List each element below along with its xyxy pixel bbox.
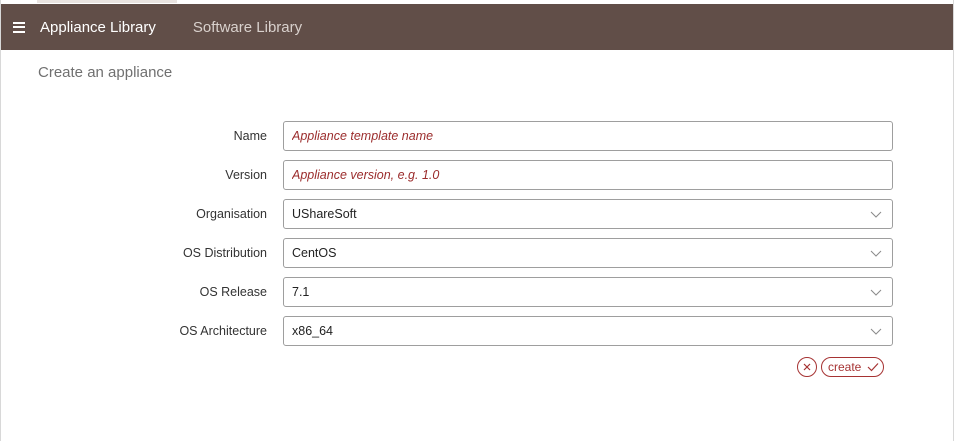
close-icon — [803, 363, 811, 371]
os-release-select[interactable]: 7.1 — [283, 277, 893, 307]
organisation-select[interactable]: UShareSoft — [283, 199, 893, 229]
os-distribution-row: OS Distribution CentOS — [1, 238, 953, 268]
version-label: Version — [225, 168, 267, 182]
hamburger-menu-icon[interactable] — [13, 21, 25, 33]
os-distribution-label: OS Distribution — [182, 246, 267, 260]
app-page: Appliance Library Software Library Creat… — [0, 0, 954, 441]
os-distribution-select[interactable]: CentOS — [283, 238, 893, 268]
os-release-label: OS Release — [199, 285, 267, 299]
create-button-label: create — [828, 360, 862, 374]
organisation-label: Organisation — [196, 207, 267, 221]
os-architecture-label: OS Architecture — [179, 324, 267, 338]
os-release-row: OS Release 7.1 — [1, 277, 953, 307]
version-input[interactable] — [283, 160, 893, 190]
organisation-selected-value: UShareSoft — [292, 207, 357, 221]
cancel-button[interactable] — [797, 357, 817, 377]
chevron-down-icon — [870, 289, 882, 296]
nav-software-library[interactable]: Software Library — [193, 19, 302, 36]
os-architecture-select[interactable]: x86_64 — [283, 316, 893, 346]
active-tab-indicator — [37, 0, 177, 3]
os-architecture-row: OS Architecture x86_64 — [1, 316, 953, 346]
name-input[interactable] — [283, 121, 893, 151]
name-label: Name — [233, 129, 267, 143]
create-button[interactable]: create — [821, 357, 885, 377]
top-navigation-bar: Appliance Library Software Library — [1, 4, 953, 50]
chevron-down-icon — [870, 211, 882, 218]
os-release-selected-value: 7.1 — [292, 285, 310, 299]
form-actions: create — [797, 357, 885, 377]
os-architecture-selected-value: x86_64 — [292, 324, 334, 338]
os-distribution-selected-value: CentOS — [292, 246, 337, 260]
name-row: Name — [1, 121, 953, 151]
chevron-down-icon — [870, 328, 882, 335]
checkmark-icon — [867, 363, 879, 372]
nav-appliance-library[interactable]: Appliance Library — [40, 19, 156, 36]
page-title: Create an appliance — [38, 64, 173, 81]
organisation-row: Organisation UShareSoft — [1, 199, 953, 229]
chevron-down-icon — [870, 250, 882, 257]
version-row: Version — [1, 160, 953, 190]
